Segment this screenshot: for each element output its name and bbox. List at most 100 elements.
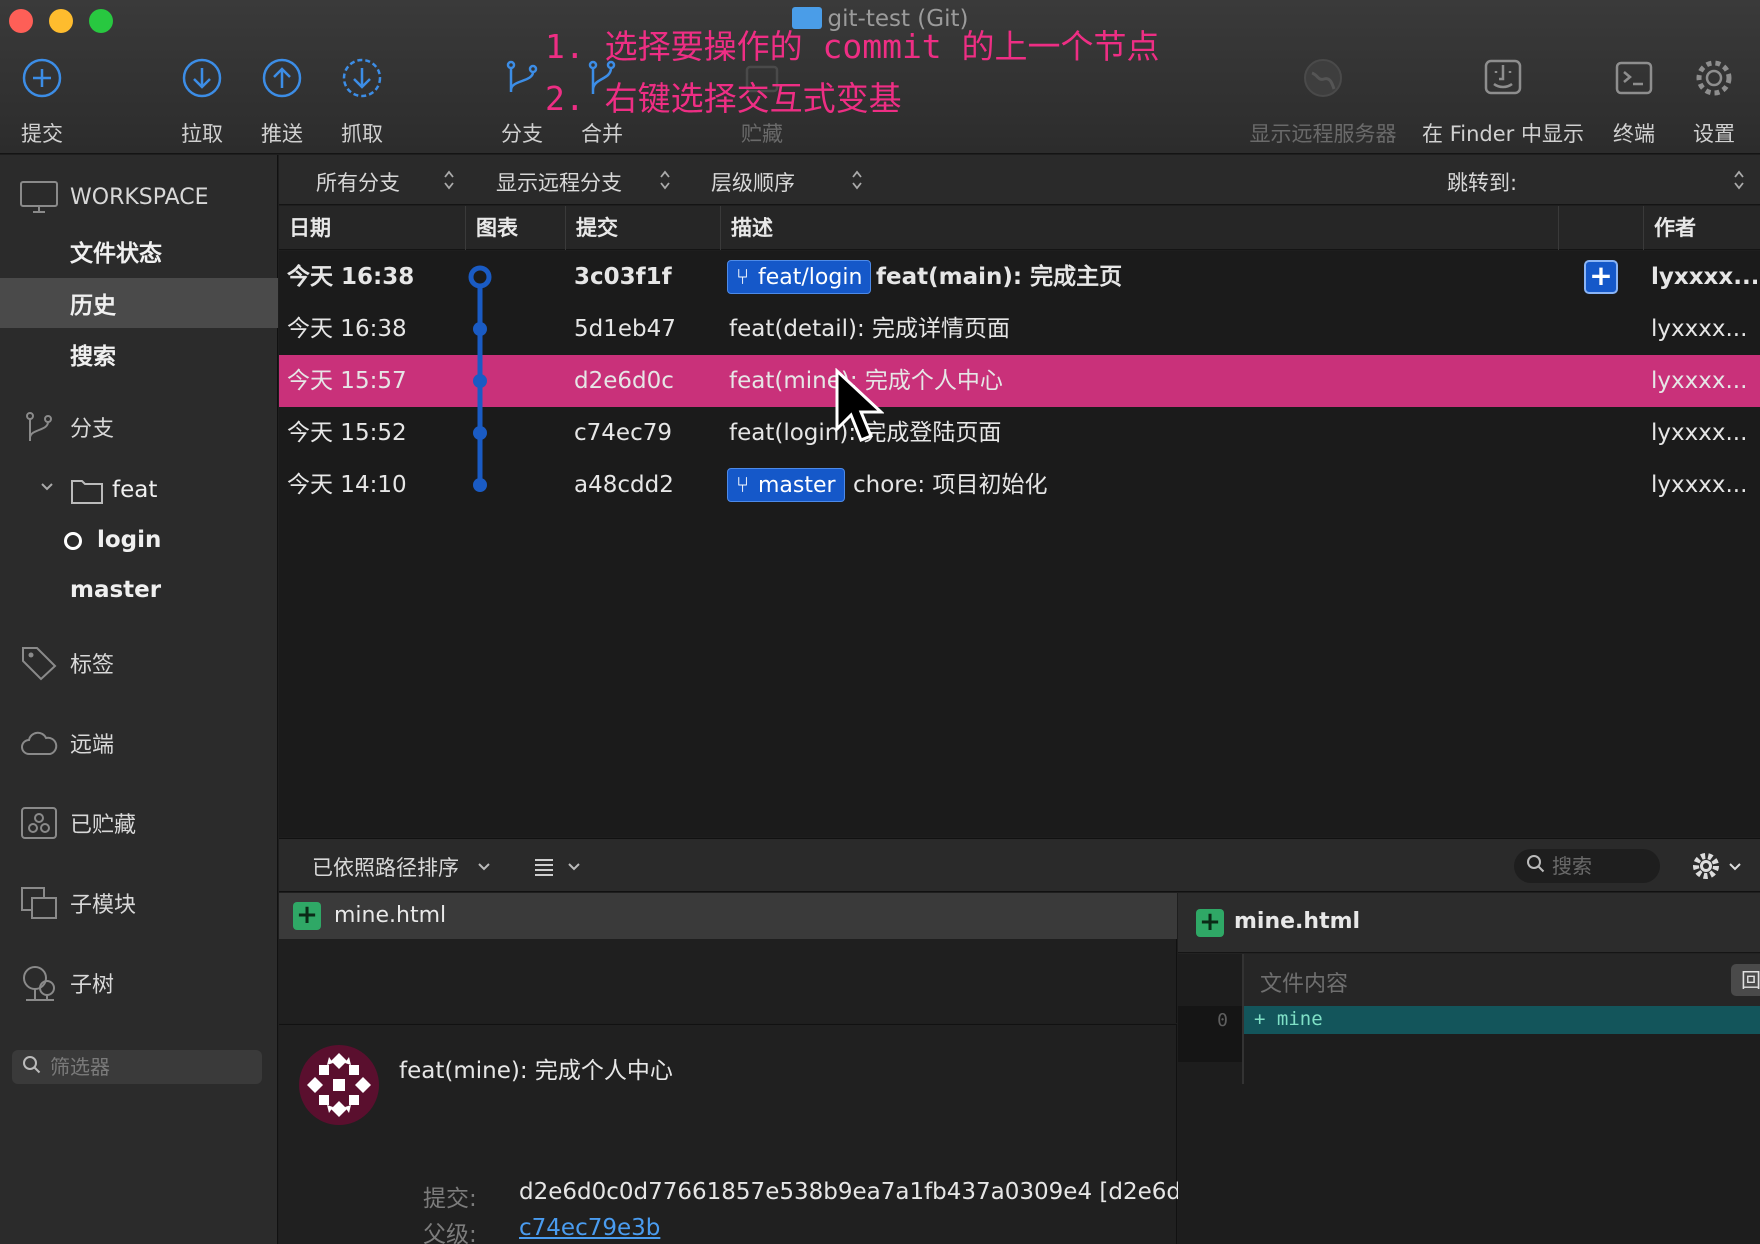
added-file-icon: + [1196, 909, 1224, 937]
sidebar-branch-login[interactable]: login [0, 515, 278, 565]
pull-button[interactable]: 拉取 [157, 56, 247, 148]
show-in-finder-button[interactable]: 在 Finder 中显示 [1418, 56, 1588, 148]
column-date[interactable]: 日期 [279, 206, 466, 250]
commit-date: 今天 16:38 [287, 264, 415, 290]
tag-icon [18, 645, 60, 681]
sidebar-item-history[interactable]: 历史 [0, 278, 278, 328]
window-toolbar: git-test (Git) 提交 拉取 推送 抓取 分支 合并 贮藏 1. 选… [0, 0, 1760, 154]
sidebar-section-stashes[interactable]: 已贮藏 [0, 801, 278, 845]
file-search[interactable] [1514, 849, 1660, 883]
sidebar-section-branches[interactable]: 分支 [0, 405, 278, 449]
commit-date: 今天 16:38 [287, 316, 407, 342]
stash-box-icon [18, 805, 60, 841]
fetch-button[interactable]: 抓取 [317, 56, 407, 148]
add-plus-button[interactable]: + [1584, 260, 1618, 294]
order-select[interactable]: 层级顺序 [711, 167, 795, 197]
branch-badge-label: feat/login [758, 265, 863, 290]
sidebar-branch-master[interactable]: master [0, 565, 278, 615]
commit-message: feat(main): 完成主页 [876, 264, 1123, 290]
list-view-icon[interactable] [533, 856, 555, 878]
branch-icon: ⑂ [736, 265, 750, 290]
push-label: 推送 [261, 122, 303, 146]
sidebar-section-subtrees[interactable]: 子树 [0, 961, 278, 1005]
file-toolbar: 已依照路径排序 [279, 838, 1760, 892]
branch-badge[interactable]: ⑂ feat/login [727, 260, 872, 294]
show-remote-button[interactable]: 显示远程服务器 [1243, 56, 1403, 148]
gear-icon[interactable] [1691, 851, 1721, 881]
commit-button[interactable]: 提交 [0, 56, 87, 148]
search-icon [1526, 854, 1546, 878]
annotation-step-2: 2. 右键选择交互式变基 [545, 79, 902, 118]
monitor-icon [18, 179, 60, 215]
diff-pane: + mine.html 文件内容 回滚区块 0 + mine [1178, 893, 1760, 1244]
sidebar-filter-input[interactable] [50, 1055, 250, 1079]
sidebar-section-workspace[interactable]: WORKSPACE [0, 175, 278, 219]
commit-hash: 5d1eb47 [574, 316, 676, 342]
sidebar-section-remotes[interactable]: 远端 [0, 721, 278, 765]
branch-label: 分支 [501, 122, 543, 146]
branch-badge[interactable]: ⑂ master [727, 468, 845, 502]
show-remote-branches-select[interactable]: 显示远程分支 [496, 167, 622, 197]
commit-row[interactable]: 今天 14:10 a48cdd2 ⑂ master chore: 项目初始化 ly… [279, 459, 1760, 511]
commit-message: feat(detail): 完成详情页面 [729, 316, 1011, 342]
diff-body: 文件内容 回滚区块 0 + mine [1178, 954, 1760, 1244]
commit-label: 提交 [21, 122, 63, 146]
file-name: mine.html [334, 903, 447, 928]
sidebar-section-submodules[interactable]: 子模块 [0, 881, 278, 925]
current-branch-icon [64, 532, 82, 550]
sidebar-folder-feat[interactable]: feat [0, 465, 278, 515]
show-remote-label: 显示远程服务器 [1249, 122, 1397, 146]
commit-row[interactable]: 今天 15:52 c74ec79 feat(login): 完成登陆页面 lyx… [279, 407, 1760, 459]
column-author[interactable]: 作者 [1644, 206, 1760, 250]
sidebar-section-tags[interactable]: 标签 [0, 641, 278, 685]
sidebar-item-label: 搜索 [70, 344, 116, 370]
terminal-button[interactable]: 终端 [1589, 56, 1679, 148]
column-graph[interactable]: 图表 [466, 206, 566, 250]
settings-button[interactable]: 设置 [1669, 56, 1759, 148]
stash-label: 贮藏 [741, 122, 783, 146]
commit-date: 今天 14:10 [287, 472, 407, 498]
commit-hash: 3c03f1f [574, 264, 672, 290]
sidebar-item-search[interactable]: 搜索 [0, 329, 278, 379]
sidebar-subtrees-label: 子树 [70, 973, 115, 998]
hunk-header: 文件内容 回滚区块 [1244, 954, 1760, 1006]
commit-hash: a48cdd2 [574, 472, 674, 498]
sidebar-submodules-label: 子模块 [70, 893, 137, 918]
file-row[interactable]: + mine.html [279, 893, 1177, 939]
commit-date: 今天 15:57 [287, 368, 407, 394]
commit-row-selected[interactable]: 今天 15:57 d2e6d0c feat(mine): 完成个人中心 lyxx… [279, 355, 1760, 407]
plus-circle-icon [20, 56, 64, 100]
branch-icon: ⑂ [736, 473, 750, 498]
branch-icon [18, 409, 60, 445]
commit-author: lyxxxx... [1651, 368, 1748, 394]
column-description[interactable]: 描述 [721, 206, 1559, 250]
file-search-input[interactable] [1552, 854, 1652, 878]
sidebar-filter[interactable] [12, 1050, 262, 1084]
commit-author: lyxxxx... [1651, 316, 1748, 342]
folder-icon [70, 477, 104, 509]
sidebar-item-file-status[interactable]: 文件状态 [0, 226, 278, 276]
all-branches-select[interactable]: 所有分支 [316, 167, 400, 197]
push-button[interactable]: 推送 [237, 56, 327, 148]
changed-files-pane: + mine.html [279, 893, 1177, 1023]
commit-author: lyxxxx... [1651, 472, 1748, 498]
added-line-text: + mine [1254, 1008, 1323, 1030]
parent-hash-link[interactable]: c74ec79e3b [519, 1215, 660, 1241]
added-diff-line[interactable]: + mine [1244, 1006, 1760, 1034]
revert-hunk-button[interactable]: 回滚区块 [1731, 964, 1760, 996]
jump-to-select[interactable]: 跳转到: [1447, 167, 1517, 197]
updown-arrow-icon [852, 170, 862, 190]
commit-row[interactable]: 今天 16:38 5d1eb47 feat(detail): 完成详情页面 ly… [279, 303, 1760, 355]
chevron-down-icon[interactable] [40, 479, 54, 498]
commit-row[interactable]: 今天 16:38 3c03f1f ⑂ feat/login feat(main):… [279, 251, 1760, 303]
gear-icon [1692, 56, 1736, 100]
chevron-down-icon [568, 863, 580, 871]
terminal-icon [1612, 56, 1656, 100]
added-file-icon: + [293, 902, 321, 930]
finder-icon [1481, 56, 1525, 100]
column-commit[interactable]: 提交 [566, 206, 721, 250]
chevron-down-icon [478, 863, 490, 871]
fetch-circle-icon [340, 56, 384, 100]
branch-icon [500, 56, 544, 100]
sort-order-select[interactable]: 已依照路径排序 [312, 852, 459, 882]
